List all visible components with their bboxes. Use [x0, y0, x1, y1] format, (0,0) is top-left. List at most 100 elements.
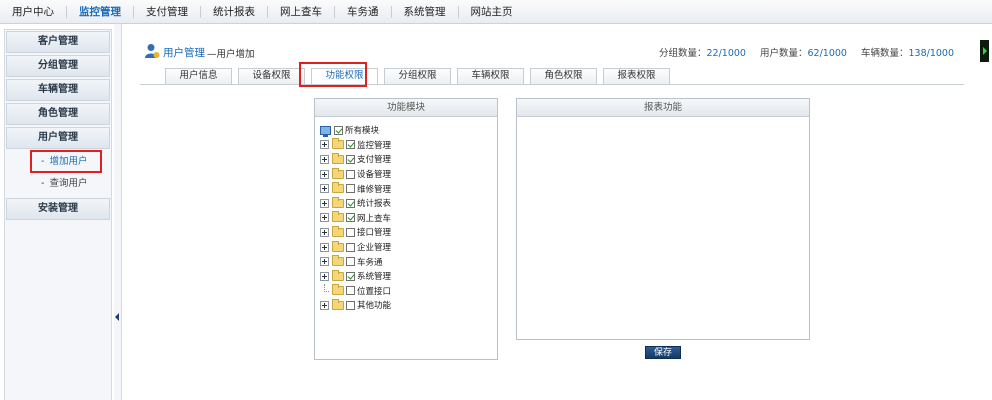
stat-user-count: 用户数量：62/1000 [759, 48, 847, 59]
sidebar-item-installation-management[interactable]: 安装管理 [6, 198, 110, 220]
nav-payment-management[interactable]: 支付管理 [134, 5, 201, 18]
folder-icon [332, 167, 344, 179]
checkbox-all-modules[interactable] [334, 125, 343, 135]
stats-bar: 分组数量：22/1000 用户数量：62/1000 车辆数量：138/1000 [659, 45, 954, 59]
tree-root: 所有模块 [320, 123, 391, 138]
folder-icon [332, 298, 344, 310]
tree-label: 支付管理 [357, 155, 392, 166]
tab-report-permissions[interactable]: 报表权限 [603, 68, 670, 84]
nav-monitor-management[interactable]: 监控管理 [67, 5, 134, 18]
checkbox-payment[interactable] [346, 154, 355, 164]
expand-plus-icon[interactable] [320, 154, 329, 164]
tab-divider [140, 84, 964, 85]
tree-label: 网上查车 [357, 213, 392, 224]
tab-role-permissions[interactable]: 角色权限 [530, 68, 597, 84]
collapse-arrow-icon[interactable] [115, 313, 119, 321]
tree-node-statistics: 统计报表 [320, 196, 391, 211]
tree-node-vehicle-service: 车务通 [320, 254, 391, 269]
folder-icon [332, 284, 344, 296]
sidebar-item-role-management[interactable]: 角色管理 [6, 103, 110, 125]
expand-plus-icon[interactable] [320, 271, 329, 281]
checkbox-system[interactable] [346, 271, 355, 281]
report-function-panel: 报表功能 [516, 98, 810, 340]
nav-user-center[interactable]: 用户中心 [0, 5, 67, 18]
folder-icon [332, 196, 344, 208]
tab-user-info[interactable]: 用户信息 [165, 68, 232, 84]
tree-label: 系统管理 [357, 272, 392, 283]
expand-plus-icon[interactable] [320, 257, 329, 267]
right-panel-toggle[interactable] [980, 40, 989, 62]
checkbox-monitor[interactable] [346, 140, 355, 150]
checkbox-enterprise[interactable] [346, 242, 355, 252]
tree-label: 位置接口 [357, 286, 392, 297]
expand-plus-icon[interactable] [320, 300, 329, 310]
tree-label: 接口管理 [357, 228, 392, 239]
stat-vehicle-count: 车辆数量：138/1000 [860, 48, 954, 59]
expand-plus-icon[interactable] [320, 227, 329, 237]
breadcrumb-current: —用户增加 [207, 49, 255, 60]
nav-statistics-reports[interactable]: 统计报表 [201, 5, 268, 18]
nav-vehicle-service[interactable]: 车务通 [335, 5, 392, 18]
expand-arrow-icon [983, 47, 987, 55]
save-button[interactable]: 保存 [645, 346, 681, 359]
tree-label: 企业管理 [357, 243, 392, 254]
user-icon [145, 44, 160, 58]
expand-plus-icon[interactable] [320, 242, 329, 252]
function-tree: 所有模块 监控管理 支付管理 设备管理 维修管理 统计报表 网上查车 接口管理 … [320, 123, 391, 313]
sidebar-item-user-management[interactable]: 用户管理 [6, 127, 110, 149]
tree-label: 设备管理 [357, 170, 392, 181]
checkbox-online-search[interactable] [346, 213, 355, 223]
highlight-box-function-tab [299, 62, 367, 87]
nav-website-home[interactable]: 网站主页 [459, 6, 525, 18]
checkbox-location-interface[interactable] [346, 286, 355, 296]
folder-icon [332, 240, 344, 252]
tree-label: 监控管理 [357, 140, 392, 151]
tree-node-device: 设备管理 [320, 167, 391, 182]
checkbox-statistics[interactable] [346, 198, 355, 208]
checkbox-device[interactable] [346, 169, 355, 179]
breadcrumb-main[interactable]: 用户管理 [163, 45, 205, 60]
tree-node-online-search: 网上查车 [320, 211, 391, 226]
function-module-panel: 功能模块 所有模块 监控管理 支付管理 设备管理 维修管理 统计报表 网上查车 … [314, 98, 498, 360]
tab-vehicle-permissions[interactable]: 车辆权限 [457, 68, 524, 84]
sidebar-item-vehicle-management[interactable]: 车辆管理 [6, 79, 110, 101]
tree-node-system: 系统管理 [320, 269, 391, 284]
computer-icon [320, 125, 331, 137]
folder-icon [332, 138, 344, 150]
report-function-header: 报表功能 [517, 99, 809, 117]
checkbox-repair[interactable] [346, 184, 355, 194]
tree-label: 统计报表 [357, 199, 392, 210]
tree-label: 车务通 [357, 257, 383, 268]
function-module-header: 功能模块 [315, 99, 497, 117]
folder-icon [332, 269, 344, 281]
expand-plus-icon[interactable] [320, 184, 329, 194]
nav-online-vehicle-search[interactable]: 网上查车 [268, 5, 335, 18]
tree-branch-line [320, 283, 329, 298]
expand-plus-icon[interactable] [320, 213, 329, 223]
expand-plus-icon[interactable] [320, 169, 329, 179]
folder-icon [332, 211, 344, 223]
tree-node-interface: 接口管理 [320, 225, 391, 240]
tree-node-payment: 支付管理 [320, 152, 391, 167]
tab-group-permissions[interactable]: 分组权限 [384, 68, 451, 84]
folder-icon [332, 182, 344, 194]
sidebar-subitem-label: 查询用户 [49, 178, 88, 189]
expand-plus-icon[interactable] [320, 140, 329, 150]
sidebar-item-customer-management[interactable]: 客户管理 [6, 31, 110, 53]
expand-plus-icon[interactable] [320, 198, 329, 208]
dash-bullet: - [41, 178, 45, 189]
checkbox-other[interactable] [346, 300, 355, 310]
folder-icon [332, 255, 344, 267]
tree-node-location-interface: 位置接口 [320, 283, 392, 299]
nav-system-management[interactable]: 系统管理 [392, 5, 459, 18]
tree-label: 维修管理 [357, 184, 392, 195]
checkbox-interface[interactable] [346, 227, 355, 237]
sidebar-item-group-management[interactable]: 分组管理 [6, 55, 110, 77]
sidebar-splitter[interactable] [114, 24, 122, 400]
tab-device-permissions[interactable]: 设备权限 [238, 68, 305, 84]
highlight-box-add-user [30, 150, 102, 173]
checkbox-vehicle-service[interactable] [346, 257, 355, 267]
sidebar-subitem-query-user[interactable]: - 查询用户 [5, 173, 111, 195]
tree-node-other: 其他功能 [320, 298, 391, 313]
tree-node-enterprise: 企业管理 [320, 240, 391, 255]
